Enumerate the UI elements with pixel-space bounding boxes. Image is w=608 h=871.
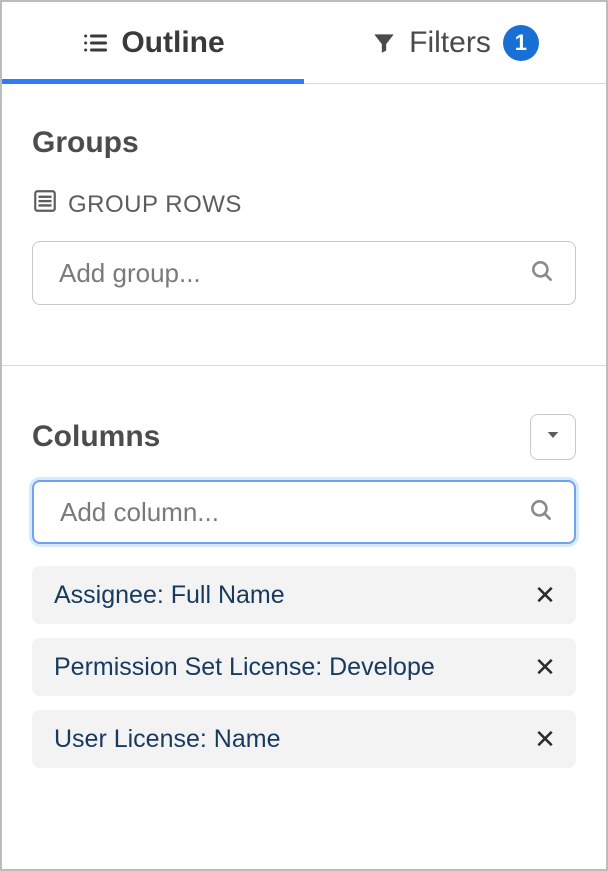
column-chip[interactable]: User License: Name ✕ xyxy=(32,710,576,768)
close-icon[interactable]: ✕ xyxy=(530,652,560,683)
list-icon xyxy=(81,29,109,57)
columns-section: Columns Assignee: Full Name xyxy=(2,366,606,768)
column-chip-label: Permission Set License: Develope xyxy=(54,653,530,682)
column-chips: Assignee: Full Name ✕ Permission Set Lic… xyxy=(32,566,576,768)
add-column-input[interactable] xyxy=(58,496,528,529)
add-group-field[interactable] xyxy=(32,241,576,305)
tab-outline-label: Outline xyxy=(121,26,224,60)
funnel-icon xyxy=(371,30,397,56)
tab-filters[interactable]: Filters 1 xyxy=(304,2,606,83)
group-rows-subheader: GROUP ROWS xyxy=(32,188,576,221)
add-column-field[interactable] xyxy=(32,480,576,544)
groups-title: Groups xyxy=(32,126,576,160)
column-chip[interactable]: Assignee: Full Name ✕ xyxy=(32,566,576,624)
group-rows-label: GROUP ROWS xyxy=(68,191,242,219)
close-icon[interactable]: ✕ xyxy=(530,580,560,611)
tab-filters-label: Filters xyxy=(409,26,491,60)
tab-outline[interactable]: Outline xyxy=(2,2,304,83)
groups-section: Groups GROUP ROWS xyxy=(2,84,606,366)
search-icon xyxy=(528,497,554,528)
close-icon[interactable]: ✕ xyxy=(530,724,560,755)
rows-icon xyxy=(32,188,58,221)
column-chip[interactable]: Permission Set License: Develope ✕ xyxy=(32,638,576,696)
search-icon xyxy=(529,258,555,289)
column-chip-label: Assignee: Full Name xyxy=(54,581,530,610)
tabbar: Outline Filters 1 xyxy=(2,2,606,84)
filters-count-badge: 1 xyxy=(503,25,539,61)
column-chip-label: User License: Name xyxy=(54,725,530,754)
chevron-down-icon xyxy=(544,426,562,449)
add-group-input[interactable] xyxy=(57,257,529,290)
columns-options-button[interactable] xyxy=(530,414,576,460)
active-tab-indicator xyxy=(2,79,304,84)
columns-title: Columns xyxy=(32,420,160,454)
sidebar-panel: Outline Filters 1 Groups GR xyxy=(0,0,608,871)
